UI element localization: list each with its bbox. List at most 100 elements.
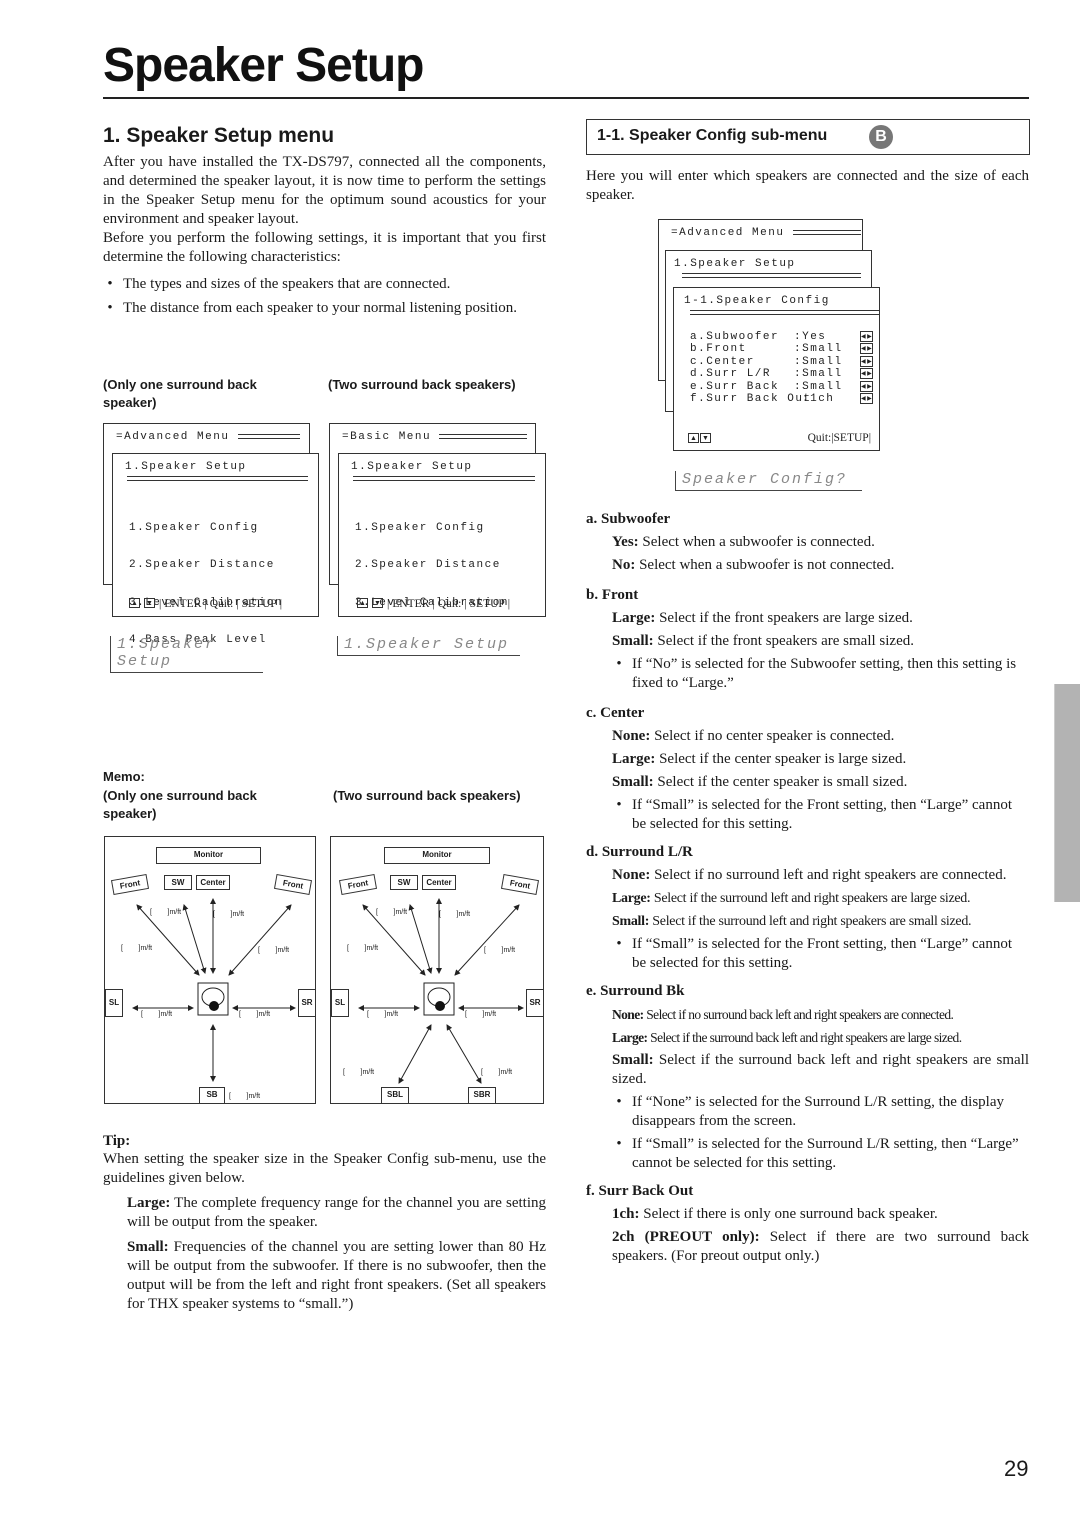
surround-right-speaker: SR (298, 989, 316, 1017)
option-desc: Small: Select if the center speaker is s… (612, 774, 908, 790)
front-heading: b. Front (586, 587, 639, 603)
note-bullet: • If “Small” is selected for the Front se… (616, 936, 1013, 971)
surround-back-right-speaker: SBR (468, 1087, 496, 1104)
note-bullet: • If “None” is selected for the Surround … (616, 1094, 1004, 1129)
down-arrow-icon: ▼ (372, 597, 383, 608)
osd-back-title: =Advanced Menu (659, 220, 862, 242)
intro-block: After you have installed the TX-DS797, c… (103, 153, 546, 318)
section-title-speaker-config: 1-1. Speaker Config sub-menu (597, 127, 828, 144)
option-desc: No: Select when a subwoofer is not conne… (612, 557, 895, 573)
enter-key-label: ENTER (164, 597, 202, 610)
distance-field[interactable]: [ ]m/ft (150, 909, 181, 916)
subwoofer-speaker: SW (164, 875, 192, 890)
osd-screen-advanced: 1.Speaker Setup 1.Speaker Config 2.Speak… (112, 453, 319, 646)
memo-label: Memo: (103, 769, 145, 784)
up-arrow-icon: ▲ (129, 597, 140, 608)
center-speaker: Center (422, 875, 456, 890)
caption-two-sb: (Two surround back speakers) (328, 377, 516, 392)
speaker-config-intro: Here you will enter which speakers are c… (586, 168, 1029, 203)
section-title-speaker-setup-menu: 1. Speaker Setup menu (103, 124, 335, 147)
osd-screen-basic: 1.Speaker Setup 1.Speaker Config 2.Speak… (338, 453, 546, 617)
distance-field[interactable]: [ ]m/ft (484, 947, 515, 954)
option-desc: None: Select if no surround back left an… (612, 1007, 954, 1022)
distance-field[interactable]: [ ]m/ft (367, 1011, 398, 1018)
option-desc: None: Select if no center speaker is con… (612, 728, 895, 744)
osd-screen-speaker-config: 1-1.Speaker Config a.Subwoofer:Yes ◀▶ b.F… (673, 287, 880, 451)
center-speaker: Center (196, 875, 230, 890)
bullet-item: • The distance from each speaker to your … (107, 300, 518, 316)
subwoofer-heading: a. Subwoofer (586, 511, 671, 527)
setup-key-label: SETUP (241, 597, 277, 610)
osd-config-row[interactable]: d.Surr L/R:Small ◀▶ (690, 368, 873, 381)
osd-config-row[interactable]: f.Surr Back Out:1ch ◀▶ (690, 393, 873, 406)
enter-key-label: ENTER (392, 597, 430, 610)
up-arrow-icon: ▲ (357, 597, 368, 608)
section-header-box: 1-1. Speaker Config sub-menu B (586, 119, 1030, 155)
option-desc: Large: Select if the surround back left … (612, 1030, 962, 1045)
distance-field[interactable]: [ ]m/ft (439, 911, 470, 918)
surround-left-speaker: SL (331, 989, 349, 1017)
option-desc: Large: Select if the center speaker is l… (612, 751, 907, 767)
tip-large-item: Large: The complete frequency range for … (127, 1195, 546, 1230)
distance-field[interactable]: [ ]m/ft (258, 947, 289, 954)
quit-label: Quit: (807, 431, 832, 444)
distance-field[interactable]: [ ]m/ft (141, 1011, 172, 1018)
distance-field[interactable]: [ ]m/ft (465, 1011, 496, 1018)
option-desc: None: Select if no surround left and rig… (612, 867, 1007, 883)
distance-field[interactable]: [ ]m/ft (343, 1069, 374, 1076)
distance-field[interactable]: [ ]m/ft (213, 911, 244, 918)
title-rule (103, 97, 1029, 99)
osd-config-row[interactable]: b.Front:Small ◀▶ (690, 343, 873, 356)
intro-paragraph-2: Before you perform the following setting… (103, 230, 546, 265)
osd-config-row[interactable]: a.Subwoofer:Yes ◀▶ (690, 330, 873, 344)
monitor-box: Monitor (384, 847, 490, 864)
memo-caption-two-sb: (Two surround back speakers) (333, 788, 521, 803)
osd-menu-list: 1.Speaker Config 2.Speaker Distance 3.Le… (339, 481, 545, 635)
osd-menu-item[interactable]: 2.Speaker Distance (355, 559, 545, 572)
note-bullet: • If “Small” is selected for the Surround… (616, 1136, 1019, 1171)
bullet-text: The types and sizes of the speakers that… (123, 276, 451, 292)
osd-menu-item[interactable]: 1.Speaker Config (129, 522, 318, 535)
osd-back-title: =Advanced Menu (104, 424, 309, 446)
option-desc: Small: Select if the surround left and r… (612, 914, 972, 929)
speaker-layout-diagram-one-sb: Monitor Front SW Center Front SL SR SB [… (104, 836, 316, 1104)
tip-block: Tip: When setting the speaker size in th… (103, 1133, 546, 1314)
down-arrow-icon: ▼ (700, 432, 711, 443)
monitor-box: Monitor (156, 847, 261, 864)
option-desc: Small: Select if the surround back left … (612, 1052, 1029, 1087)
quit-label: Quit: (437, 597, 462, 610)
osd-mid-title: 1.Speaker Setup (674, 258, 796, 270)
memo-caption-one-sb: (Only one surround back speaker) (103, 788, 257, 821)
lcd-display: 1.Speaker Setup (110, 636, 263, 673)
distance-field[interactable]: [ ]m/ft (376, 909, 407, 916)
distance-field[interactable]: [ ]m/ft (121, 945, 152, 952)
distance-field[interactable]: [ ]m/ft (239, 1011, 270, 1018)
setup-key-label: SETUP (833, 431, 869, 444)
down-arrow-icon: ▼ (144, 597, 155, 608)
bullet-text: The distance from each speaker to your n… (123, 300, 518, 316)
osd-menu-item[interactable]: 2.Speaker Distance (129, 559, 318, 572)
surround-lr-heading: d. Surround L/R (586, 844, 693, 860)
surround-back-left-speaker: SBL (381, 1087, 409, 1104)
osd-config-row[interactable]: e.Surr Back:Small ◀▶ (690, 380, 873, 394)
setup-key-label: SETUP (469, 597, 505, 610)
left-right-arrow-icon: ◀▶ (860, 368, 874, 379)
intro-paragraph-1: After you have installed the TX-DS797, c… (103, 154, 546, 227)
option-desc: Large: Select if the front speakers are … (612, 610, 913, 626)
menu-badge-icon: B (869, 125, 893, 149)
osd-front-title: 1-1.Speaker Config (684, 295, 830, 307)
surround-back-speaker: SB (199, 1087, 225, 1104)
surround-left-speaker: SL (105, 989, 123, 1017)
page-number: 29 (1004, 1456, 1029, 1481)
note-bullet: • If “Small” is selected for the Front se… (616, 797, 1013, 832)
surround-back-heading: e. Surround Bk (586, 983, 685, 999)
option-desc: 2ch (PREOUT only): Select if there are t… (612, 1229, 1030, 1264)
osd-menu-item[interactable]: 1.Speaker Config (355, 522, 545, 535)
quit-label: Quit: (209, 597, 234, 610)
option-desc: Yes: Select when a subwoofer is connecte… (612, 534, 875, 550)
osd-front-title: 1.Speaker Setup (125, 461, 247, 473)
distance-field[interactable]: [ ]m/ft (229, 1093, 260, 1100)
distance-field[interactable]: [ ]m/ft (481, 1069, 512, 1076)
osd-config-row[interactable]: c.Center:Small ◀▶ (690, 355, 873, 369)
distance-field[interactable]: [ ]m/ft (347, 945, 378, 952)
